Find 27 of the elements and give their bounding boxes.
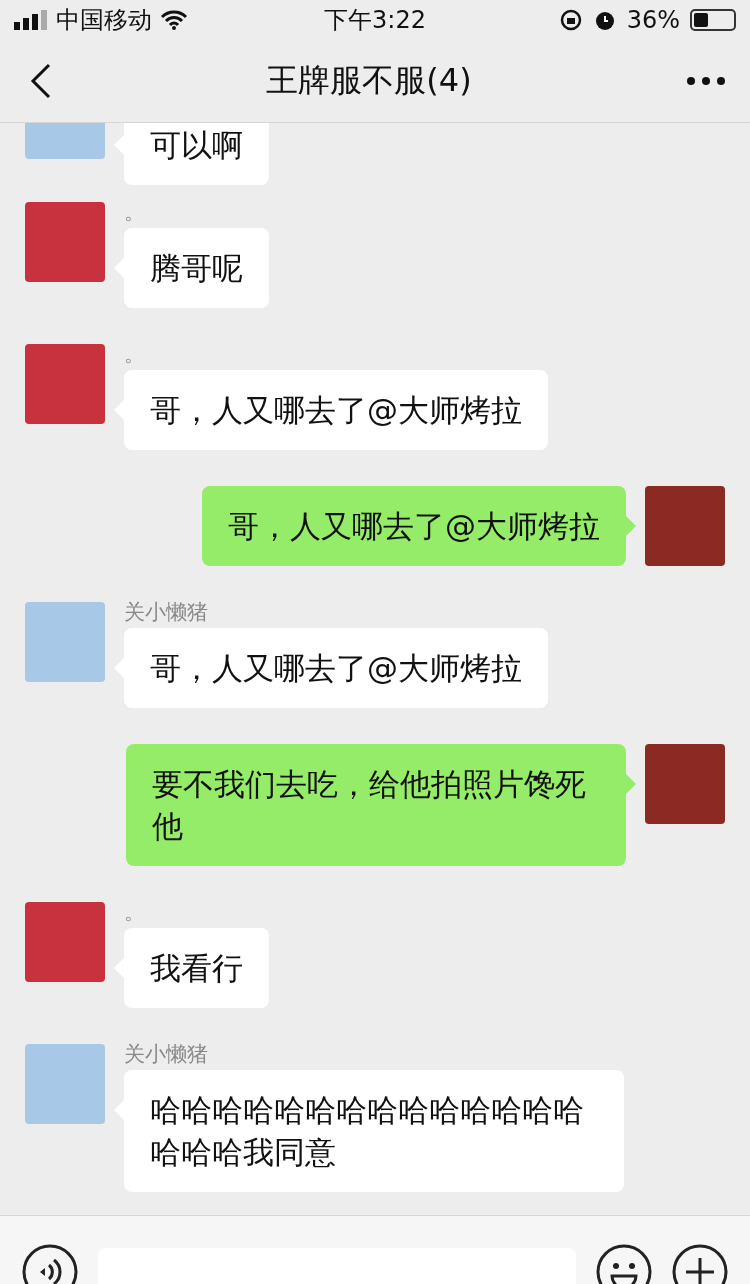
back-icon[interactable] [30,63,52,99]
sender-name: 关小懒猪 [124,1044,208,1068]
avatar[interactable] [25,902,105,982]
avatar[interactable] [645,744,725,824]
sender-name: 关小懒猪 [124,602,208,626]
avatar[interactable] [25,202,105,282]
voice-icon[interactable] [22,1244,78,1284]
battery-icon [690,9,736,31]
sender-name: 。 [124,344,145,368]
emoji-icon[interactable] [596,1244,652,1284]
avatar[interactable] [25,344,105,424]
more-icon[interactable] [686,76,726,86]
avatar[interactable] [25,1044,105,1124]
bubble-tail [626,516,636,536]
wifi-icon [160,10,188,30]
sender-name: 。 [124,202,145,226]
signal-icon [14,10,48,30]
status-time: 下午3:22 [324,5,426,36]
avatar[interactable] [645,486,725,566]
carrier-name: 中国移动 [56,5,152,36]
plus-icon[interactable] [672,1244,728,1284]
avatar[interactable] [25,602,105,682]
battery-percent: 36% [626,6,680,34]
bubble-tail [626,774,636,794]
chat-title: 王牌服不服(4) [266,60,472,101]
sender-name: 。 [124,902,145,926]
rotation-lock-icon [558,8,583,32]
